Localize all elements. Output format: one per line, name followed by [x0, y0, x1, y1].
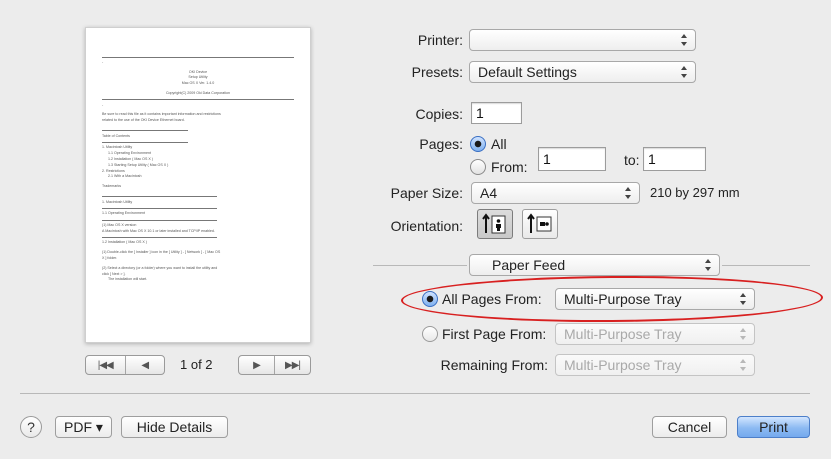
pages-all-radio[interactable]: [470, 136, 486, 152]
section-separator-left: [373, 265, 467, 266]
paper-size-popup[interactable]: A4: [471, 182, 640, 204]
pages-to-label: to:: [624, 152, 640, 168]
preview-line: [102, 217, 294, 223]
popup-arrows-icon: [740, 359, 746, 371]
hide-details-button[interactable]: Hide Details: [121, 416, 228, 438]
last-page-icon: ▶▶|: [285, 359, 301, 371]
annotation-ellipse: [400, 274, 824, 324]
pages-from-input[interactable]: 1: [538, 147, 606, 171]
next-page-icon: ▶: [253, 359, 261, 371]
portrait-orientation-icon: [482, 213, 506, 234]
copies-input[interactable]: 1: [471, 102, 522, 124]
help-button[interactable]: ?: [20, 416, 42, 438]
footer-separator: [20, 393, 810, 394]
preview-line: [102, 235, 294, 241]
cancel-button[interactable]: Cancel: [652, 416, 727, 438]
page-indicator: 1 of 2: [180, 357, 213, 372]
first-page-from-radio[interactable]: [422, 326, 438, 342]
prev-page-button[interactable]: ◀: [124, 356, 165, 374]
landscape-orientation-icon: [527, 213, 552, 233]
remaining-from-value: Multi-Purpose Tray: [564, 357, 682, 373]
preview-line: [102, 54, 294, 60]
pages-from-label: From:: [491, 159, 528, 175]
first-page-button[interactable]: |◀◀: [86, 356, 125, 374]
preview-line: [102, 140, 294, 146]
section-popup-value: Paper Feed: [492, 257, 566, 273]
preview-line: [102, 206, 294, 212]
pdf-menu-button[interactable]: PDF ▾: [55, 416, 112, 438]
prev-page-icon: ◀: [141, 359, 149, 371]
popup-arrows-icon: [705, 259, 711, 271]
print-button[interactable]: Print: [737, 416, 810, 438]
paper-size-dimensions: 210 by 297 mm: [650, 185, 740, 200]
first-page-from-label: First Page From:: [442, 326, 547, 342]
popup-arrows-icon: [681, 34, 687, 46]
printer-label: Printer:: [417, 32, 463, 48]
remaining-from-label: Remaining From:: [440, 357, 548, 373]
popup-arrows-icon: [740, 328, 746, 340]
copies-label: Copies:: [415, 106, 463, 122]
preview-line: [102, 128, 294, 134]
last-page-button[interactable]: ▶▶|: [274, 356, 310, 374]
popup-arrows-icon: [625, 187, 631, 199]
pages-all-label: All: [491, 136, 507, 152]
pages-label: Pages:: [419, 136, 463, 152]
pages-from-radio[interactable]: [470, 159, 486, 175]
remaining-from-popup[interactable]: Multi-Purpose Tray: [555, 354, 755, 376]
orientation-landscape-button[interactable]: [522, 209, 558, 239]
print-preview-page: - OKI Device Setup Utility Mac OS X Ver.…: [85, 27, 311, 343]
orientation-portrait-button[interactable]: [477, 209, 513, 239]
presets-label: Presets:: [411, 64, 463, 80]
paper-size-label: Paper Size:: [390, 185, 463, 201]
pages-to-input[interactable]: 1: [643, 147, 706, 171]
presets-popup[interactable]: Default Settings: [469, 61, 696, 83]
preview-line: [102, 97, 294, 103]
preview-line: [102, 194, 294, 200]
section-separator-right: [722, 265, 810, 266]
first-page-from-popup[interactable]: Multi-Purpose Tray: [555, 323, 755, 345]
presets-value: Default Settings: [478, 64, 577, 80]
next-nav-group: ▶ ▶▶|: [238, 355, 311, 375]
next-page-button[interactable]: ▶: [239, 356, 274, 374]
first-page-from-value: Multi-Purpose Tray: [564, 326, 682, 342]
prev-nav-group: |◀◀ ◀: [85, 355, 165, 375]
popup-arrows-icon: [681, 66, 687, 78]
orientation-label: Orientation:: [390, 218, 463, 234]
paper-size-value: A4: [480, 185, 498, 201]
section-popup[interactable]: Paper Feed: [469, 254, 720, 276]
first-page-icon: |◀◀: [97, 359, 114, 371]
preview-line: The installation will start.: [108, 277, 148, 282]
printer-popup[interactable]: [469, 29, 696, 51]
